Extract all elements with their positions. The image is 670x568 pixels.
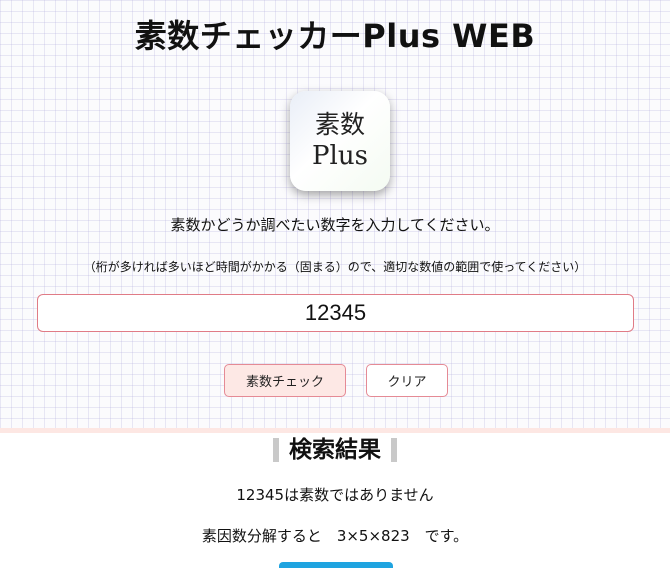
result-message: 12345は素数ではありません <box>236 486 434 504</box>
result-heading-text: 検索結果 <box>289 437 381 463</box>
factorization-result: 素因数分解すると 3×5×823 です。 <box>201 527 469 545</box>
heading-right-bar <box>391 438 397 462</box>
logo-text-line1: 素数 <box>314 110 365 139</box>
prime-check-button[interactable]: 素数チェック <box>224 364 346 397</box>
app-logo: 素数 Plus <box>290 91 390 191</box>
page-title: 素数チェッカーPlus WEB <box>134 17 536 55</box>
heading-left-bar <box>273 438 279 462</box>
section-divider <box>0 428 670 433</box>
number-input[interactable] <box>37 294 634 332</box>
input-instruction: 素数かどうか調べたい数字を入力してください。 <box>170 216 500 234</box>
logo-text-line2: Plus <box>312 141 368 171</box>
action-button-partial[interactable] <box>279 562 393 568</box>
clear-button[interactable]: クリア <box>366 364 448 397</box>
input-note: （桁が多ければ多いほど時間がかかる（固まる）ので、適切な数値の範囲で使ってくださ… <box>83 260 587 274</box>
result-heading: 検索結果 <box>0 434 670 466</box>
